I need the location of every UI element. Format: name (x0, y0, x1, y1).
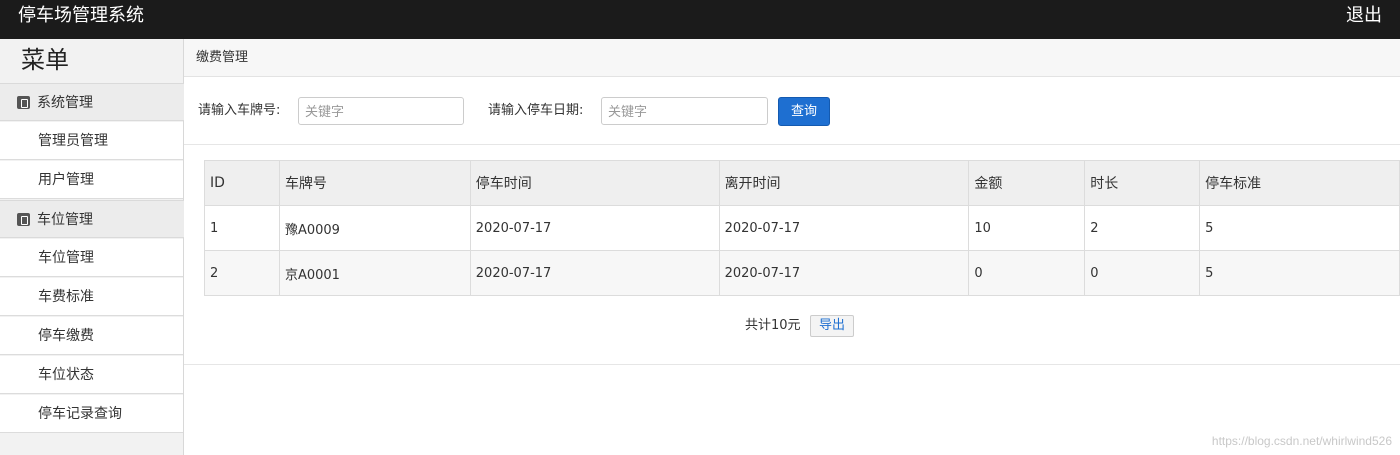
sidebar-item-label: 管理员管理 (38, 133, 108, 149)
cell-leave-time: 2020-07-17 (718, 205, 970, 251)
cell-plate: 京A0001 (278, 250, 471, 296)
sidebar-item-label: 车位状态 (38, 367, 94, 383)
logout-link[interactable]: 退出 (1346, 5, 1382, 27)
export-button[interactable]: 导出 (810, 315, 854, 337)
cell-plate: 豫A0009 (278, 205, 471, 251)
total-amount: 共计10元 (745, 318, 801, 333)
cell-leave-time: 2020-07-17 (718, 250, 970, 296)
cell-park-time: 2020-07-17 (469, 205, 720, 251)
sidebar-group-label: 车位管理 (37, 212, 93, 228)
plate-search-input[interactable] (298, 97, 464, 125)
sidebar: 菜单 系统管理 管理员管理 用户管理 车位管理 车位管理 车费标准 停车缴费 车… (0, 39, 184, 455)
column-header-duration: 时长 (1084, 160, 1201, 206)
query-button[interactable]: 查询 (778, 97, 830, 126)
divider (184, 144, 1400, 145)
top-bar: 停车场管理系统 退出 (0, 0, 1400, 39)
sidebar-item-label: 停车缴费 (38, 328, 94, 344)
divider (184, 364, 1400, 365)
cell-standard: 5 (1199, 205, 1400, 251)
bookmark-icon (17, 213, 30, 226)
table-header-row: ID 车牌号 停车时间 离开时间 金额 时长 停车标准 (204, 160, 1400, 206)
table-row: 2 京A0001 2020-07-17 2020-07-17 0 0 5 (204, 250, 1400, 296)
cell-duration: 0 (1084, 250, 1201, 296)
date-search-input[interactable] (601, 97, 768, 125)
column-header-standard: 停车标准 (1199, 160, 1400, 206)
sidebar-item-record-query[interactable]: 停车记录查询 (0, 395, 183, 433)
sidebar-item-label: 停车记录查询 (38, 406, 122, 422)
column-header-plate: 车牌号 (278, 160, 471, 206)
column-header-park-time: 停车时间 (469, 160, 720, 206)
cell-id: 1 (204, 205, 280, 251)
date-search-label: 请输入停车日期: (488, 103, 584, 118)
breadcrumb: 缴费管理 (184, 39, 1400, 77)
cell-park-time: 2020-07-17 (469, 250, 720, 296)
cell-amount: 0 (968, 250, 1086, 296)
watermark: https://blog.csdn.net/whirlwind526 (1211, 434, 1392, 448)
plate-search-label: 请输入车牌号: (198, 103, 281, 118)
sidebar-group-parking[interactable]: 车位管理 (0, 200, 184, 238)
column-header-leave-time: 离开时间 (718, 160, 970, 206)
column-header-amount: 金额 (968, 160, 1086, 206)
cell-id: 2 (204, 250, 280, 296)
column-header-id: ID (204, 160, 280, 206)
sidebar-item-fee-standard[interactable]: 车费标准 (0, 278, 183, 316)
sidebar-group-system[interactable]: 系统管理 (0, 83, 184, 121)
sidebar-item-space-status[interactable]: 车位状态 (0, 356, 183, 394)
bookmark-icon (17, 96, 30, 109)
sidebar-item-label: 车费标准 (38, 289, 94, 305)
table-row: 1 豫A0009 2020-07-17 2020-07-17 10 2 5 (204, 205, 1400, 251)
sidebar-item-space-management[interactable]: 车位管理 (0, 239, 183, 277)
sidebar-item-parking-payment[interactable]: 停车缴费 (0, 317, 183, 355)
sidebar-item-label: 用户管理 (38, 172, 94, 188)
sidebar-item-label: 车位管理 (38, 250, 94, 266)
sidebar-item-admin-management[interactable]: 管理员管理 (0, 122, 183, 160)
menu-title: 菜单 (21, 46, 69, 74)
app-title: 停车场管理系统 (18, 5, 144, 26)
cell-duration: 2 (1084, 205, 1201, 251)
payment-table: ID 车牌号 停车时间 离开时间 金额 时长 停车标准 1 豫A0009 202… (204, 160, 1400, 296)
cell-amount: 10 (968, 205, 1086, 251)
page-title: 缴费管理 (196, 50, 249, 65)
sidebar-item-user-management[interactable]: 用户管理 (0, 161, 183, 199)
cell-standard: 5 (1199, 250, 1400, 296)
sidebar-group-label: 系统管理 (37, 95, 93, 111)
